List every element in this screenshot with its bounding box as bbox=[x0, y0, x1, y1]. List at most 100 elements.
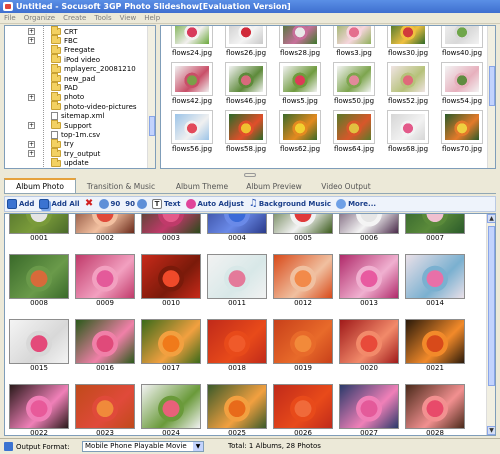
album-photo[interactable]: 0013 bbox=[339, 254, 399, 310]
tab-album-theme[interactable]: Album Theme bbox=[166, 180, 238, 193]
menu-file[interactable]: File bbox=[4, 14, 16, 22]
tab-album-preview[interactable]: Album Preview bbox=[238, 180, 310, 193]
folder-icon bbox=[51, 54, 61, 64]
add-button[interactable]: Add bbox=[7, 199, 34, 209]
album-photo[interactable]: 0004 bbox=[207, 214, 267, 245]
album-photo[interactable]: 0026 bbox=[273, 384, 333, 435]
file-name: flows5.jpg bbox=[282, 97, 318, 105]
album-photo[interactable]: 0016 bbox=[75, 319, 135, 375]
album-photo[interactable]: 0015 bbox=[9, 319, 69, 375]
file-browser[interactable]: flows24.jpg flows26.jpg flows28.jpg flows3.… bbox=[160, 25, 496, 169]
tree-item[interactable]: + Support bbox=[28, 120, 92, 130]
file-thumbnail[interactable]: flows46.jpg bbox=[225, 62, 267, 108]
background-music-button[interactable]: ♫ Background Music bbox=[249, 199, 331, 209]
album-photo[interactable]: 0027 bbox=[339, 384, 399, 435]
album-photo[interactable]: 0003 bbox=[141, 214, 201, 245]
menu-create[interactable]: Create bbox=[63, 14, 86, 22]
file-thumbnail[interactable]: flows28.jpg bbox=[279, 26, 321, 60]
tree-item[interactable]: + try_output bbox=[28, 148, 100, 158]
album-photo[interactable]: 0006 bbox=[339, 214, 399, 245]
file-thumbnail[interactable]: flows30.jpg bbox=[387, 26, 429, 60]
file-thumbnail[interactable]: flows56.jpg bbox=[171, 110, 213, 156]
album-photo[interactable]: 0014 bbox=[405, 254, 465, 310]
file-thumbnail[interactable]: flows70.jpg bbox=[441, 110, 483, 156]
album-photo[interactable]: 0010 bbox=[141, 254, 201, 310]
menu-organize[interactable]: Organize bbox=[24, 14, 55, 22]
album-photo[interactable]: 0001 bbox=[9, 214, 69, 245]
file-thumbnail[interactable]: flows40.jpg bbox=[441, 26, 483, 60]
add-all-button[interactable]: Add All bbox=[39, 199, 80, 209]
tree-item[interactable]: mplayerc_20081210 bbox=[51, 63, 136, 74]
file-thumbnail[interactable]: flows3.jpg bbox=[333, 26, 375, 60]
flower-photo bbox=[207, 319, 267, 364]
album-photo[interactable]: 0002 bbox=[75, 214, 135, 245]
file-thumbnail[interactable]: flows42.jpg bbox=[171, 62, 213, 108]
tree-item[interactable]: photo-video-pictures bbox=[51, 101, 137, 111]
file-thumbnail[interactable]: flows62.jpg bbox=[279, 110, 321, 156]
album-photo[interactable]: 0007 bbox=[405, 214, 465, 245]
chevron-down-icon[interactable]: ▼ bbox=[193, 442, 203, 451]
expand-icon[interactable]: + bbox=[28, 37, 35, 45]
tree-item[interactable]: sitemap.xml bbox=[51, 112, 104, 121]
album-photo[interactable]: 0020 bbox=[339, 319, 399, 375]
file-thumbnail[interactable]: flows26.jpg bbox=[225, 26, 267, 60]
file-thumbnail[interactable]: flows52.jpg bbox=[387, 62, 429, 108]
expand-icon[interactable]: + bbox=[28, 93, 35, 101]
more-button[interactable]: More... bbox=[336, 199, 376, 209]
file-thumbnail[interactable]: flows24.jpg bbox=[171, 26, 213, 60]
expand-icon[interactable]: + bbox=[28, 28, 35, 35]
album-photo[interactable]: 0021 bbox=[405, 319, 465, 375]
album-photo[interactable]: 0019 bbox=[273, 319, 333, 375]
file-thumbnail[interactable]: flows54.jpg bbox=[441, 62, 483, 108]
file-thumbnail[interactable]: flows58.jpg bbox=[225, 110, 267, 156]
output-format-select[interactable]: Mobile Phone Playable Movie ▼ bbox=[82, 441, 204, 452]
scroll-down-icon[interactable]: ▼ bbox=[487, 426, 495, 435]
album-photo[interactable]: 0018 bbox=[207, 319, 267, 375]
expand-icon[interactable]: + bbox=[28, 122, 35, 129]
album-photo[interactable]: 0005 bbox=[273, 214, 333, 245]
file-thumbnail[interactable]: flows50.jpg bbox=[333, 62, 375, 108]
file-thumbnail[interactable]: flows64.jpg bbox=[333, 110, 375, 156]
auto-adjust-button[interactable]: Auto Adjust bbox=[185, 199, 244, 209]
tab-video-output[interactable]: Video Output bbox=[310, 180, 382, 193]
album-photo[interactable]: 0025 bbox=[207, 384, 267, 435]
album-photo-grid[interactable]: ▲ ▼ 0001 0002 0003 0004 0005 0006 0007 0008 0009… bbox=[4, 213, 496, 436]
menu-tools[interactable]: Tools bbox=[94, 14, 111, 22]
photo-number: 0004 bbox=[228, 234, 246, 242]
album-photo[interactable]: 0012 bbox=[273, 254, 333, 310]
tree-item[interactable]: update bbox=[51, 157, 89, 168]
menu-view[interactable]: View bbox=[120, 14, 137, 22]
rotate-left-button[interactable]: 90 bbox=[98, 199, 120, 209]
tree-item[interactable]: iPod video bbox=[51, 54, 100, 64]
flower-photo bbox=[75, 319, 135, 364]
rotate-right-button[interactable]: 90 bbox=[125, 199, 148, 209]
flower-photo bbox=[339, 384, 399, 429]
album-scroll-thumb[interactable] bbox=[488, 226, 495, 386]
tab-album-photo[interactable]: Album Photo bbox=[4, 178, 76, 193]
tree-scrollbar[interactable] bbox=[147, 26, 155, 168]
file-thumbnail[interactable]: flows5.jpg bbox=[279, 62, 321, 108]
album-photo[interactable]: 0022 bbox=[9, 384, 69, 435]
window-title: Untitled - Socusoft 3GP Photo Slideshow[… bbox=[16, 2, 291, 11]
album-photo[interactable]: 0024 bbox=[141, 384, 201, 435]
file-thumbnail[interactable]: flows68.jpg bbox=[387, 110, 429, 156]
browser-scroll-thumb[interactable] bbox=[489, 66, 495, 106]
expand-icon[interactable]: + bbox=[28, 150, 35, 158]
scroll-up-icon[interactable]: ▲ bbox=[487, 214, 495, 223]
menu-help[interactable]: Help bbox=[144, 14, 160, 22]
album-photo[interactable]: 0023 bbox=[75, 384, 135, 435]
album-photo[interactable]: 0028 bbox=[405, 384, 465, 435]
album-scrollbar[interactable]: ▲ ▼ bbox=[486, 214, 495, 435]
folder-tree[interactable]: + CRT + FBC Freegate iPod video mplayerc_20081… bbox=[4, 25, 156, 169]
text-button[interactable]: T Text bbox=[152, 199, 181, 209]
album-photo[interactable]: 0017 bbox=[141, 319, 201, 375]
delete-button[interactable]: ✖ bbox=[85, 199, 94, 209]
album-photo[interactable]: 0009 bbox=[75, 254, 135, 310]
tab-transition-music[interactable]: Transition & Music bbox=[76, 180, 166, 193]
album-photo[interactable]: 0011 bbox=[207, 254, 267, 310]
expand-icon[interactable]: + bbox=[28, 140, 35, 148]
tree-item[interactable]: top-1m.csv bbox=[51, 130, 100, 139]
splitter-grip[interactable] bbox=[244, 173, 256, 177]
tree-scroll-thumb[interactable] bbox=[149, 116, 155, 136]
album-photo[interactable]: 0008 bbox=[9, 254, 69, 310]
